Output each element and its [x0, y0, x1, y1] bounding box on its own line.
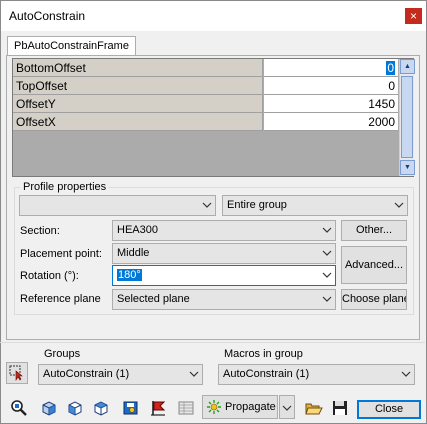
save-button[interactable] [327, 395, 351, 419]
rotation-value: 180° [117, 269, 142, 281]
profile-properties-label: Profile properties [20, 181, 110, 193]
groups-value: AutoConstrain (1) [43, 368, 130, 380]
scroll-down-arrow-icon[interactable]: ▼ [400, 160, 415, 175]
grid-row-value[interactable]: 1450 [264, 95, 398, 113]
close-window-button[interactable]: × [405, 8, 422, 24]
box-iso-icon [42, 401, 56, 416]
flag-button[interactable] [146, 395, 170, 419]
flag-icon [151, 401, 166, 416]
propagate-label: Propagate [225, 401, 276, 413]
scroll-up-arrow-icon[interactable]: ▲ [400, 59, 415, 74]
view-right-button[interactable] [88, 395, 112, 419]
zoom-find-icon [11, 400, 27, 416]
divider [0, 342, 425, 343]
box-front-icon [68, 401, 82, 416]
title-bar: AutoConstrain × [1, 1, 426, 31]
section-value: HEA300 [117, 224, 158, 236]
groups-label: Groups [44, 348, 81, 360]
tab-pbautoconstrainframe[interactable]: PbAutoConstrainFrame [7, 36, 136, 56]
open-folder-icon [305, 403, 323, 415]
select-object-button[interactable] [6, 362, 28, 384]
view-front-button[interactable] [62, 395, 86, 419]
open-button[interactable] [301, 395, 325, 419]
save-to-model-icon [123, 401, 138, 415]
profile-scope-left-combo[interactable] [19, 195, 216, 216]
property-grid: BottomOffset 0 TopOffset 0 OffsetY 1450 … [12, 58, 415, 177]
other-button[interactable]: Other... [341, 220, 407, 241]
grid-row-value[interactable]: 0 [264, 59, 398, 77]
zoom-find-button[interactable] [6, 395, 30, 419]
grid-row-name: OffsetX [13, 113, 263, 131]
close-button[interactable]: Close [357, 400, 421, 419]
chevron-down-icon [401, 371, 411, 377]
chevron-down-icon [189, 371, 199, 377]
select-pointer-icon [9, 365, 23, 381]
profile-scope-value: Entire group [227, 199, 287, 211]
propagate-dropdown[interactable] [279, 395, 295, 419]
propagate-button[interactable]: Propagate [202, 395, 278, 419]
macros-value: AutoConstrain (1) [223, 368, 310, 380]
grid-row-name: BottomOffset [13, 59, 263, 77]
grid-scrollbar[interactable]: ▲ ▼ [399, 59, 415, 176]
propagate-icon [207, 400, 221, 414]
window-title: AutoConstrain [9, 9, 86, 23]
chevron-down-icon [282, 405, 292, 411]
grid-row-value[interactable]: 0 [264, 77, 398, 95]
chevron-down-icon [322, 296, 332, 302]
reference-plane-value: Selected plane [117, 293, 190, 305]
groups-combo[interactable]: AutoConstrain (1) [38, 364, 203, 385]
chevron-down-icon [322, 227, 332, 233]
chevron-down-icon [394, 202, 404, 208]
placement-point-label: Placement point: [20, 248, 102, 260]
chevron-down-icon [202, 202, 212, 208]
placement-point-value: Middle [117, 247, 150, 259]
section-combo[interactable]: HEA300 [112, 220, 336, 241]
reference-plane-combo[interactable]: Selected plane [112, 289, 336, 310]
grid-row[interactable]: OffsetX 2000 [13, 113, 398, 131]
scroll-thumb[interactable] [401, 76, 413, 158]
grid-row[interactable]: TopOffset 0 [13, 77, 398, 95]
macros-in-group-label: Macros in group [224, 348, 303, 360]
placement-point-combo[interactable]: Middle [112, 243, 336, 264]
profile-scope-combo[interactable]: Entire group [222, 195, 408, 216]
box-right-icon [94, 401, 108, 416]
grid-row[interactable]: OffsetY 1450 [13, 95, 398, 113]
grid-row-value[interactable]: 2000 [264, 113, 398, 131]
macros-combo[interactable]: AutoConstrain (1) [218, 364, 415, 385]
save-to-model-button[interactable] [118, 395, 142, 419]
view-iso-button[interactable] [36, 395, 60, 419]
grid-row[interactable]: BottomOffset 0 [13, 59, 398, 77]
advanced-button[interactable]: Advanced... [341, 246, 407, 284]
chevron-down-icon [322, 250, 332, 256]
grid-row-value-text: 0 [386, 61, 395, 75]
table-icon [178, 401, 194, 415]
grid-row-name: OffsetY [13, 95, 263, 113]
rotation-label: Rotation (°): [20, 270, 79, 282]
table-button[interactable] [173, 395, 197, 419]
chevron-down-icon [322, 272, 332, 278]
reference-plane-label: Reference plane [20, 293, 101, 305]
grid-row-name: TopOffset [13, 77, 263, 95]
choose-plane-button[interactable]: Choose plane [341, 289, 407, 310]
rotation-combo[interactable]: 180° [112, 265, 336, 286]
section-label: Section: [20, 225, 60, 237]
floppy-save-icon [333, 401, 347, 415]
